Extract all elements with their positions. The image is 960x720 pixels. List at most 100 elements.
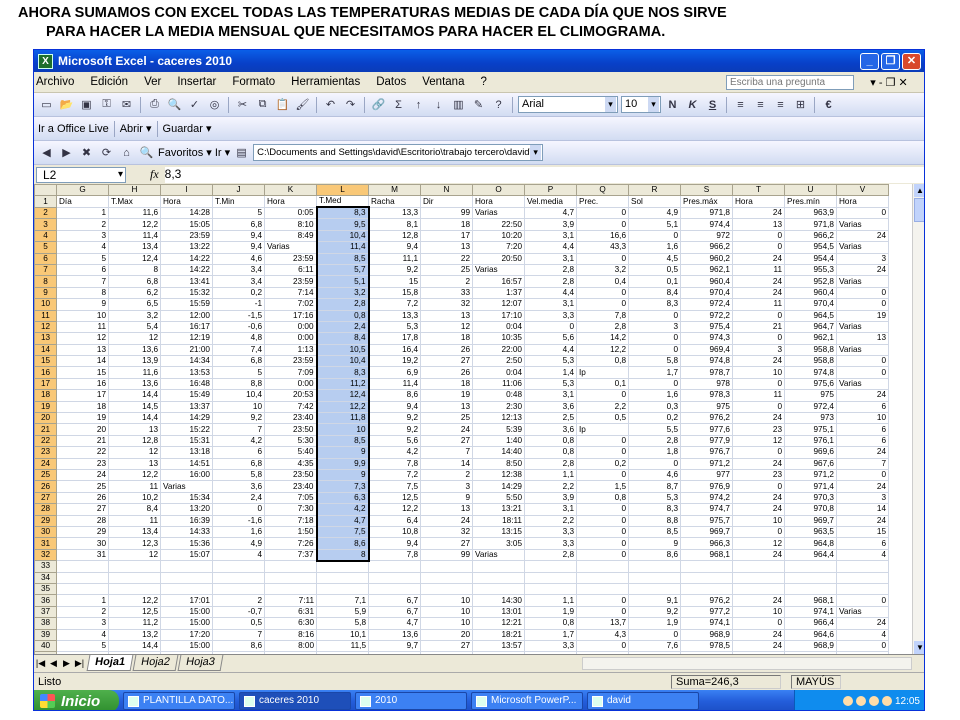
cell[interactable]: Racha — [368, 195, 421, 208]
cell[interactable]: 27 — [420, 355, 473, 368]
cell[interactable]: 3 — [836, 491, 889, 505]
cell[interactable]: 974,1 — [784, 605, 837, 619]
row-header[interactable]: 33 — [34, 560, 57, 573]
cell[interactable]: 6 — [212, 446, 265, 459]
cell[interactable]: 33 — [420, 286, 473, 300]
cell[interactable]: 23:59 — [264, 275, 317, 288]
cell[interactable]: 14 — [836, 503, 889, 516]
cell[interactable]: 971,8 — [784, 218, 837, 231]
cell[interactable]: 14 — [420, 457, 473, 471]
cell[interactable] — [160, 560, 213, 573]
cell[interactable]: 3,2 — [315, 286, 370, 300]
cell[interactable]: 17 — [420, 229, 473, 243]
cell[interactable]: 7:02 — [264, 298, 317, 311]
cell[interactable]: 976,9 — [680, 480, 733, 493]
menu-edicion[interactable]: Edición — [82, 76, 136, 88]
cut-icon[interactable]: ✂ — [234, 97, 251, 113]
cell[interactable]: 970,8 — [784, 503, 837, 516]
cell[interactable]: 14:22 — [160, 263, 213, 277]
cell[interactable]: 975 — [680, 400, 733, 414]
cell[interactable]: 11,4 — [108, 229, 161, 243]
cell[interactable]: 24 — [836, 263, 889, 277]
cell[interactable]: 0 — [836, 206, 889, 220]
cell[interactable]: 22:50 — [472, 218, 525, 231]
cell[interactable]: 0 — [576, 446, 629, 459]
start-button[interactable]: Inicio — [34, 690, 119, 710]
cell[interactable]: 0,2 — [576, 457, 629, 471]
cell[interactable]: 18 — [420, 377, 473, 391]
cell[interactable]: 0 — [628, 628, 681, 641]
cell[interactable]: 2 — [56, 605, 109, 619]
cell[interactable]: 974,1 — [680, 617, 733, 630]
cell[interactable] — [420, 582, 473, 596]
cell[interactable]: 10 — [315, 423, 370, 436]
first-sheet-icon[interactable]: |◀ — [34, 658, 47, 669]
cell[interactable]: 18:21 — [472, 628, 525, 641]
cell[interactable]: Vel.media — [524, 195, 577, 208]
cell[interactable]: 974,4 — [680, 218, 733, 231]
cell[interactable]: Pres.mín — [784, 195, 837, 208]
cell[interactable]: 16,4 — [368, 343, 421, 357]
cell[interactable]: Varias — [472, 548, 525, 562]
scroll-thumb[interactable] — [914, 198, 924, 222]
cell[interactable]: 0 — [836, 468, 889, 482]
cell[interactable]: 13:53 — [160, 366, 213, 379]
cell[interactable] — [732, 571, 785, 585]
merge-center-icon[interactable]: ⊞ — [792, 97, 809, 113]
cell[interactable]: 24 — [836, 617, 889, 630]
cell[interactable]: 5:39 — [472, 423, 525, 436]
sort-asc-icon[interactable]: ↑ — [410, 97, 427, 113]
cell[interactable]: 7 — [420, 446, 473, 459]
cell[interactable]: 14:40 — [472, 446, 525, 459]
cell[interactable]: 15 — [368, 275, 421, 288]
cell[interactable]: 0 — [576, 218, 629, 231]
menu-archivo[interactable]: Archivo — [34, 76, 82, 88]
cell[interactable]: 24 — [836, 389, 889, 402]
next-sheet-icon[interactable]: ▶ — [60, 658, 73, 669]
cell[interactable]: 12,8 — [368, 229, 421, 243]
cell[interactable]: 10 — [56, 309, 109, 322]
cell[interactable]: 14,2 — [576, 332, 629, 345]
maximize-button[interactable]: ❐ — [881, 52, 900, 70]
cell[interactable]: 2,8 — [315, 298, 370, 311]
cell[interactable]: 7,8 — [576, 309, 629, 322]
mail-icon[interactable]: ✉ — [118, 97, 135, 113]
cell[interactable]: 2,8 — [524, 263, 577, 277]
cell[interactable]: 2,8 — [524, 457, 577, 471]
sort-desc-icon[interactable]: ↓ — [430, 97, 447, 113]
cell[interactable]: 25 — [56, 480, 109, 493]
cell[interactable]: 8,8 — [212, 377, 265, 391]
cell[interactable]: 955,3 — [784, 263, 837, 277]
cell[interactable]: 5,1 — [315, 275, 370, 288]
cell[interactable]: 964,7 — [784, 320, 837, 334]
cell[interactable]: 0,1 — [576, 377, 629, 391]
cell[interactable]: 24 — [836, 514, 889, 527]
cell[interactable]: 5,8 — [316, 617, 369, 630]
show-web-toolbar-icon[interactable]: ▤ — [233, 145, 250, 161]
research-icon[interactable]: ◎ — [206, 97, 223, 113]
cell[interactable] — [264, 560, 317, 573]
cell[interactable]: 11 — [732, 298, 785, 311]
autosum-icon[interactable]: Σ — [390, 97, 407, 113]
cell[interactable] — [576, 571, 629, 585]
cell[interactable]: 971,2 — [784, 468, 837, 482]
cell[interactable]: 1:13 — [264, 343, 317, 357]
column-header[interactable]: K — [264, 184, 317, 197]
cell[interactable]: 24 — [836, 229, 889, 243]
cell[interactable]: 13,6 — [368, 628, 421, 641]
cell[interactable]: 2,5 — [524, 412, 577, 425]
cell[interactable]: 977,6 — [680, 423, 733, 436]
cell[interactable]: -0,6 — [212, 320, 265, 334]
cell[interactable]: 30 — [56, 537, 109, 550]
cell[interactable] — [576, 560, 629, 573]
cell[interactable]: 5,5 — [628, 423, 681, 436]
cell[interactable]: 0 — [732, 309, 785, 322]
cell[interactable]: 20 — [56, 423, 109, 436]
column-header[interactable]: P — [524, 184, 577, 197]
cell[interactable]: 5,3 — [524, 355, 577, 368]
cell[interactable]: 15:00 — [160, 605, 213, 619]
menu-help[interactable]: ? — [472, 76, 494, 88]
cell[interactable]: 29 — [56, 525, 109, 539]
cell[interactable]: 2,8 — [628, 434, 681, 448]
cell[interactable]: 16:39 — [160, 514, 213, 527]
